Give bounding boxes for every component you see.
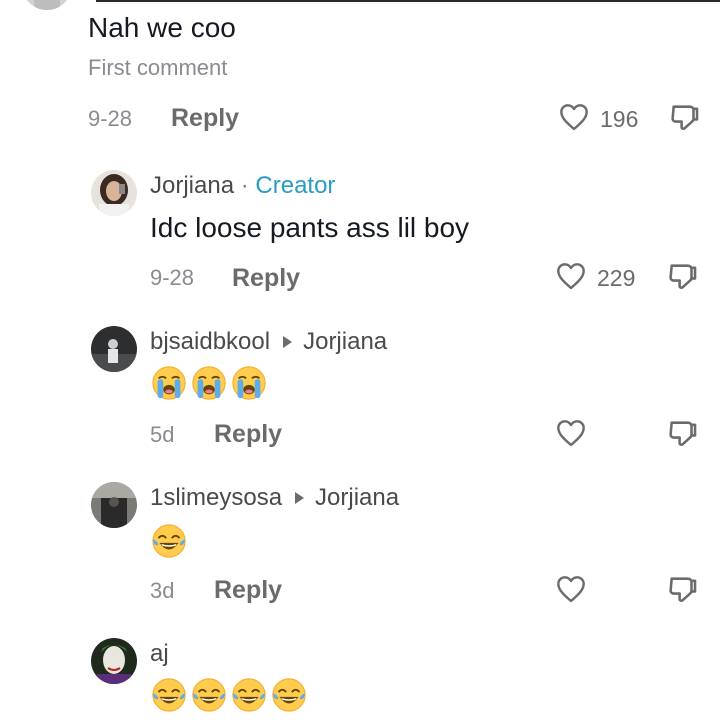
heart-icon[interactable] bbox=[554, 260, 588, 292]
comment-date: 9-28 bbox=[88, 106, 133, 131]
like-count: 196 bbox=[600, 106, 639, 132]
comment-date: 3d bbox=[150, 578, 175, 603]
reply-button[interactable]: Reply bbox=[214, 576, 282, 605]
comment-item: bjsaidbkool Jorjiana 5d Reply bbox=[0, 316, 720, 466]
tears-of-joy-face-emoji bbox=[272, 678, 306, 712]
username[interactable]: aj bbox=[150, 640, 169, 667]
comment-item: aj bbox=[0, 628, 720, 720]
reply-arrow-icon bbox=[295, 492, 305, 504]
tears-of-joy-face-emoji bbox=[152, 524, 186, 558]
avatar[interactable] bbox=[22, 0, 72, 10]
comment-date: 5d bbox=[150, 422, 175, 447]
separator: · bbox=[240, 172, 249, 199]
username[interactable]: bjsaidbkool bbox=[150, 328, 270, 355]
creator-badge: Creator bbox=[255, 172, 336, 199]
dislike-icon[interactable] bbox=[666, 259, 700, 295]
reply-to-username[interactable]: Jorjiana bbox=[315, 484, 399, 511]
comment-username: aj bbox=[150, 640, 169, 668]
heart-icon[interactable] bbox=[554, 573, 588, 605]
dislike-icon[interactable] bbox=[666, 416, 700, 452]
username[interactable]: Jorjiana bbox=[150, 172, 234, 199]
heart-icon[interactable] bbox=[557, 101, 591, 133]
reply-to-username[interactable]: Jorjiana bbox=[303, 328, 387, 355]
dislike-icon[interactable] bbox=[666, 572, 700, 608]
tears-of-joy-face-emoji bbox=[232, 678, 266, 712]
comment-username: 1slimeysosa Jorjiana bbox=[150, 484, 399, 512]
comment-text: Nah we coo bbox=[88, 12, 236, 43]
like-count: 229 bbox=[597, 265, 636, 291]
tears-of-joy-face-emoji bbox=[192, 678, 226, 712]
avatar[interactable] bbox=[91, 482, 137, 528]
heart-icon[interactable] bbox=[554, 417, 588, 449]
avatar[interactable] bbox=[91, 326, 137, 372]
comment-subtext: First comment bbox=[88, 55, 228, 80]
avatar[interactable] bbox=[91, 170, 137, 216]
dislike-icon[interactable] bbox=[668, 100, 702, 136]
emoji-row bbox=[150, 676, 310, 719]
comment-date: 9-28 bbox=[150, 265, 195, 290]
reply-button[interactable]: Reply bbox=[214, 420, 282, 449]
comment-item: Jorjiana · Creator Idc loose pants ass l… bbox=[0, 160, 720, 310]
comment-username: Jorjiana · Creator bbox=[150, 172, 335, 200]
reply-button[interactable]: Reply bbox=[232, 264, 300, 293]
loudly-crying-face-emoji bbox=[192, 366, 226, 400]
comment-text: Idc loose pants ass lil boy bbox=[150, 212, 470, 243]
avatar[interactable] bbox=[91, 638, 137, 684]
loudly-crying-face-emoji bbox=[152, 366, 186, 400]
tears-of-joy-face-emoji bbox=[152, 678, 186, 712]
emoji-row bbox=[150, 364, 270, 407]
loudly-crying-face-emoji bbox=[232, 366, 266, 400]
username[interactable]: 1slimeysosa bbox=[150, 484, 282, 511]
reply-arrow-icon bbox=[283, 336, 293, 348]
emoji-row bbox=[150, 522, 190, 565]
comment-item: Nah we coo First comment 9-28 Reply 196 bbox=[0, 0, 720, 150]
comment-username: bjsaidbkool Jorjiana bbox=[150, 328, 387, 356]
reply-button[interactable]: Reply bbox=[171, 104, 239, 133]
comment-item: 1slimeysosa Jorjiana 3d Reply bbox=[0, 472, 720, 622]
